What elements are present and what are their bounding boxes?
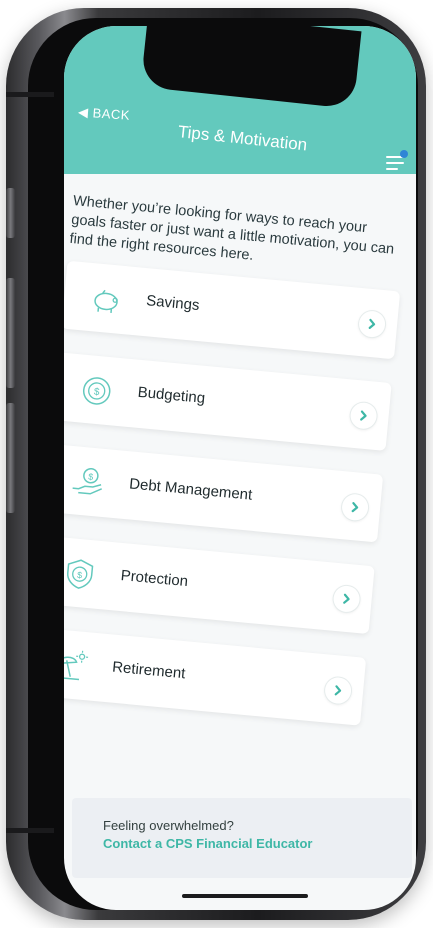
category-label: Retirement (111, 658, 187, 683)
chevron-right-icon[interactable] (323, 676, 353, 705)
svg-text:$: $ (88, 472, 94, 482)
app-screen: ◀ BACK Tips & Motivation Whether you’re … (64, 26, 416, 910)
chevron-right-icon[interactable] (357, 309, 387, 339)
back-button[interactable]: ◀ BACK (78, 104, 131, 124)
svg-text:$: $ (77, 570, 83, 580)
shield-dollar-icon: $ (67, 559, 94, 589)
chevron-right-icon[interactable] (349, 401, 378, 430)
volume-down-button (6, 403, 15, 513)
category-card-retirement[interactable]: Retirement (64, 627, 367, 726)
category-card-savings[interactable]: Savings (64, 260, 401, 360)
home-indicator[interactable] (182, 894, 308, 898)
category-label: Savings (145, 292, 201, 315)
category-card-debt-management[interactable]: $ Debt Management (64, 443, 384, 543)
coin-dollar-icon: $ (82, 377, 111, 405)
category-card-budgeting[interactable]: $ Budgeting (64, 352, 392, 451)
antenna-band (6, 92, 54, 97)
chevron-right-icon[interactable] (340, 493, 370, 522)
footer-question: Feeling overwhelmed? (103, 818, 234, 833)
help-footer: Feeling overwhelmed? Contact a CPS Finan… (72, 798, 412, 878)
hamburger-menu-button[interactable] (384, 150, 408, 172)
content-area: Whether you’re looking for ways to reach… (64, 192, 403, 749)
category-label: Protection (119, 566, 189, 591)
piggy-bank-icon (94, 289, 118, 314)
volume-up-button (6, 278, 15, 388)
menu-icon-bar (386, 162, 404, 164)
category-label: Budgeting (136, 383, 206, 407)
page-title: Tips & Motivation (177, 122, 309, 155)
category-label: Debt Management (128, 475, 253, 504)
mute-switch (6, 188, 15, 238)
svg-text:$: $ (93, 387, 100, 399)
beach-umbrella-icon (64, 650, 89, 681)
antenna-band (6, 828, 54, 833)
menu-icon-bar (386, 168, 398, 170)
hand-coin-icon: $ (72, 468, 102, 495)
back-label: BACK (92, 105, 131, 123)
chevron-left-icon: ◀ (77, 104, 90, 120)
category-card-protection[interactable]: $ Protection (64, 535, 375, 635)
notification-dot (400, 150, 408, 158)
contact-educator-link[interactable]: Contact a CPS Financial Educator (103, 836, 313, 851)
chevron-right-icon[interactable] (332, 584, 361, 614)
